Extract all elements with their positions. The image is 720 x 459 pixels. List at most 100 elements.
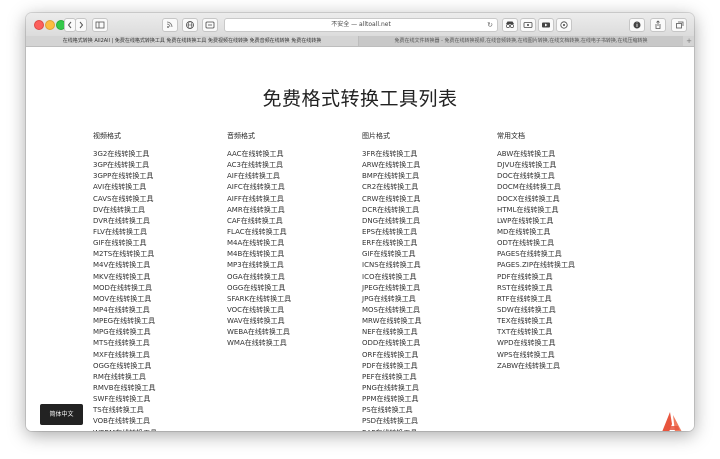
converter-link[interactable]: SWF在线转换工具: [93, 394, 233, 405]
converter-link[interactable]: PEF在线转换工具: [362, 372, 502, 383]
converter-link[interactable]: TXT在线转换工具: [497, 327, 637, 338]
converter-link[interactable]: DCR在线转换工具: [362, 205, 502, 216]
converter-link[interactable]: CR2在线转换工具: [362, 182, 502, 193]
converter-link[interactable]: RTF在线转换工具: [497, 294, 637, 305]
sidebar-button[interactable]: [92, 18, 108, 32]
forward-button[interactable]: [75, 18, 87, 32]
converter-link[interactable]: GIF在线转换工具: [93, 238, 233, 249]
reload-icon[interactable]: ↻: [487, 19, 493, 31]
converter-link[interactable]: DOCM在线转换工具: [497, 182, 637, 193]
converter-link[interactable]: AVI在线转换工具: [93, 182, 233, 193]
converter-link[interactable]: DJVU在线转换工具: [497, 160, 637, 171]
tab-overview-button[interactable]: [671, 18, 687, 32]
converter-link[interactable]: AMR在线转换工具: [227, 205, 367, 216]
converter-link[interactable]: 3GPP在线转换工具: [93, 171, 233, 182]
converter-link[interactable]: DOC在线转换工具: [497, 171, 637, 182]
converter-link[interactable]: RAF在线转换工具: [362, 428, 502, 431]
converter-link[interactable]: OGG在线转换工具: [93, 361, 233, 372]
language-button[interactable]: 简体中文: [40, 404, 83, 425]
share-button[interactable]: [650, 18, 666, 32]
info-button[interactable]: [629, 18, 645, 32]
alltoall-logo-icon[interactable]: [660, 411, 684, 431]
converter-link[interactable]: MKV在线转换工具: [93, 272, 233, 283]
converter-link[interactable]: VOB在线转换工具: [93, 416, 233, 427]
converter-link[interactable]: TS在线转换工具: [93, 405, 233, 416]
converter-link[interactable]: FLAC在线转换工具: [227, 227, 367, 238]
converter-link[interactable]: RM在线转换工具: [93, 372, 233, 383]
converter-link[interactable]: MXF在线转换工具: [93, 350, 233, 361]
converter-link[interactable]: MRW在线转换工具: [362, 316, 502, 327]
converter-link[interactable]: 3G2在线转换工具: [93, 149, 233, 160]
converter-link[interactable]: NEF在线转换工具: [362, 327, 502, 338]
extension-button-2[interactable]: [520, 18, 536, 32]
converter-link[interactable]: SFARK在线转换工具: [227, 294, 367, 305]
tab-all2all[interactable]: 在线格式转换 All2All | 免费在线格式转换工具 免费在线转换工具 免费视…: [26, 36, 359, 46]
converter-link[interactable]: M4B在线转换工具: [227, 249, 367, 260]
converter-link[interactable]: WPD在线转换工具: [497, 338, 637, 349]
converter-link[interactable]: ZABW在线转换工具: [497, 361, 637, 372]
converter-link[interactable]: OGA在线转换工具: [227, 272, 367, 283]
converter-link[interactable]: MOD在线转换工具: [93, 283, 233, 294]
converter-link[interactable]: WAV在线转换工具: [227, 316, 367, 327]
converter-link[interactable]: EPS在线转换工具: [362, 227, 502, 238]
converter-link[interactable]: CAVS在线转换工具: [93, 194, 233, 205]
converter-link[interactable]: VOC在线转换工具: [227, 305, 367, 316]
converter-link[interactable]: RST在线转换工具: [497, 283, 637, 294]
converter-link[interactable]: PNG在线转换工具: [362, 383, 502, 394]
converter-link[interactable]: AAC在线转换工具: [227, 149, 367, 160]
converter-link[interactable]: MOV在线转换工具: [93, 294, 233, 305]
converter-link[interactable]: ODT在线转换工具: [497, 238, 637, 249]
reader-button[interactable]: [162, 18, 178, 32]
converter-link[interactable]: MOS在线转换工具: [362, 305, 502, 316]
converter-link[interactable]: MPEG在线转换工具: [93, 316, 233, 327]
tab-file-converter[interactable]: 免费在线文件转换器 - 免费在线转换视频,在线音频转换,在线图片转换,在线文档转…: [359, 36, 683, 46]
converter-link[interactable]: M4A在线转换工具: [227, 238, 367, 249]
extension-button-4[interactable]: [556, 18, 572, 32]
converter-link[interactable]: ORF在线转换工具: [362, 350, 502, 361]
converter-link[interactable]: DOCX在线转换工具: [497, 194, 637, 205]
converter-link[interactable]: MP4在线转换工具: [93, 305, 233, 316]
converter-link[interactable]: WEBA在线转换工具: [227, 327, 367, 338]
converter-link[interactable]: ODD在线转换工具: [362, 338, 502, 349]
minimize-window-button[interactable]: [45, 20, 55, 30]
converter-link[interactable]: PSD在线转换工具: [362, 416, 502, 427]
converter-link[interactable]: ICO在线转换工具: [362, 272, 502, 283]
converter-link[interactable]: SDW在线转换工具: [497, 305, 637, 316]
converter-link[interactable]: TEX在线转换工具: [497, 316, 637, 327]
converter-link[interactable]: DNG在线转换工具: [362, 216, 502, 227]
converter-link[interactable]: DVR在线转换工具: [93, 216, 233, 227]
converter-link[interactable]: AC3在线转换工具: [227, 160, 367, 171]
network-button[interactable]: [182, 18, 198, 32]
converter-link[interactable]: M4V在线转换工具: [93, 260, 233, 271]
converter-link[interactable]: GIF在线转换工具: [362, 249, 502, 260]
new-tab-button[interactable]: +: [686, 36, 692, 46]
converter-link[interactable]: ARW在线转换工具: [362, 160, 502, 171]
converter-link[interactable]: ICNS在线转换工具: [362, 260, 502, 271]
converter-link[interactable]: CRW在线转换工具: [362, 194, 502, 205]
converter-link[interactable]: AIFF在线转换工具: [227, 194, 367, 205]
converter-link[interactable]: ERF在线转换工具: [362, 238, 502, 249]
converter-link[interactable]: DV在线转换工具: [93, 205, 233, 216]
converter-link[interactable]: MTS在线转换工具: [93, 338, 233, 349]
converter-link[interactable]: WPS在线转换工具: [497, 350, 637, 361]
extension-button-1[interactable]: [502, 18, 518, 32]
converter-link[interactable]: ABW在线转换工具: [497, 149, 637, 160]
address-bar[interactable]: 不安全 — alltoall.net ↻: [224, 18, 498, 32]
close-window-button[interactable]: [34, 20, 44, 30]
converter-link[interactable]: MD在线转换工具: [497, 227, 637, 238]
converter-link[interactable]: M2TS在线转换工具: [93, 249, 233, 260]
converter-link[interactable]: JPEG在线转换工具: [362, 283, 502, 294]
converter-link[interactable]: 3FR在线转换工具: [362, 149, 502, 160]
converter-link[interactable]: MPG在线转换工具: [93, 327, 233, 338]
converter-link[interactable]: BMP在线转换工具: [362, 171, 502, 182]
converter-link[interactable]: FLV在线转换工具: [93, 227, 233, 238]
converter-link[interactable]: PDF在线转换工具: [497, 272, 637, 283]
converter-link[interactable]: AIF在线转换工具: [227, 171, 367, 182]
converter-link[interactable]: OGG在线转换工具: [227, 283, 367, 294]
converter-link[interactable]: WEBM在线转换工具: [93, 428, 233, 431]
converter-link[interactable]: PS在线转换工具: [362, 405, 502, 416]
converter-link[interactable]: 3GP在线转换工具: [93, 160, 233, 171]
converter-link[interactable]: PPM在线转换工具: [362, 394, 502, 405]
converter-link[interactable]: HTML在线转换工具: [497, 205, 637, 216]
converter-link[interactable]: PAGES.ZIP在线转换工具: [497, 260, 637, 271]
